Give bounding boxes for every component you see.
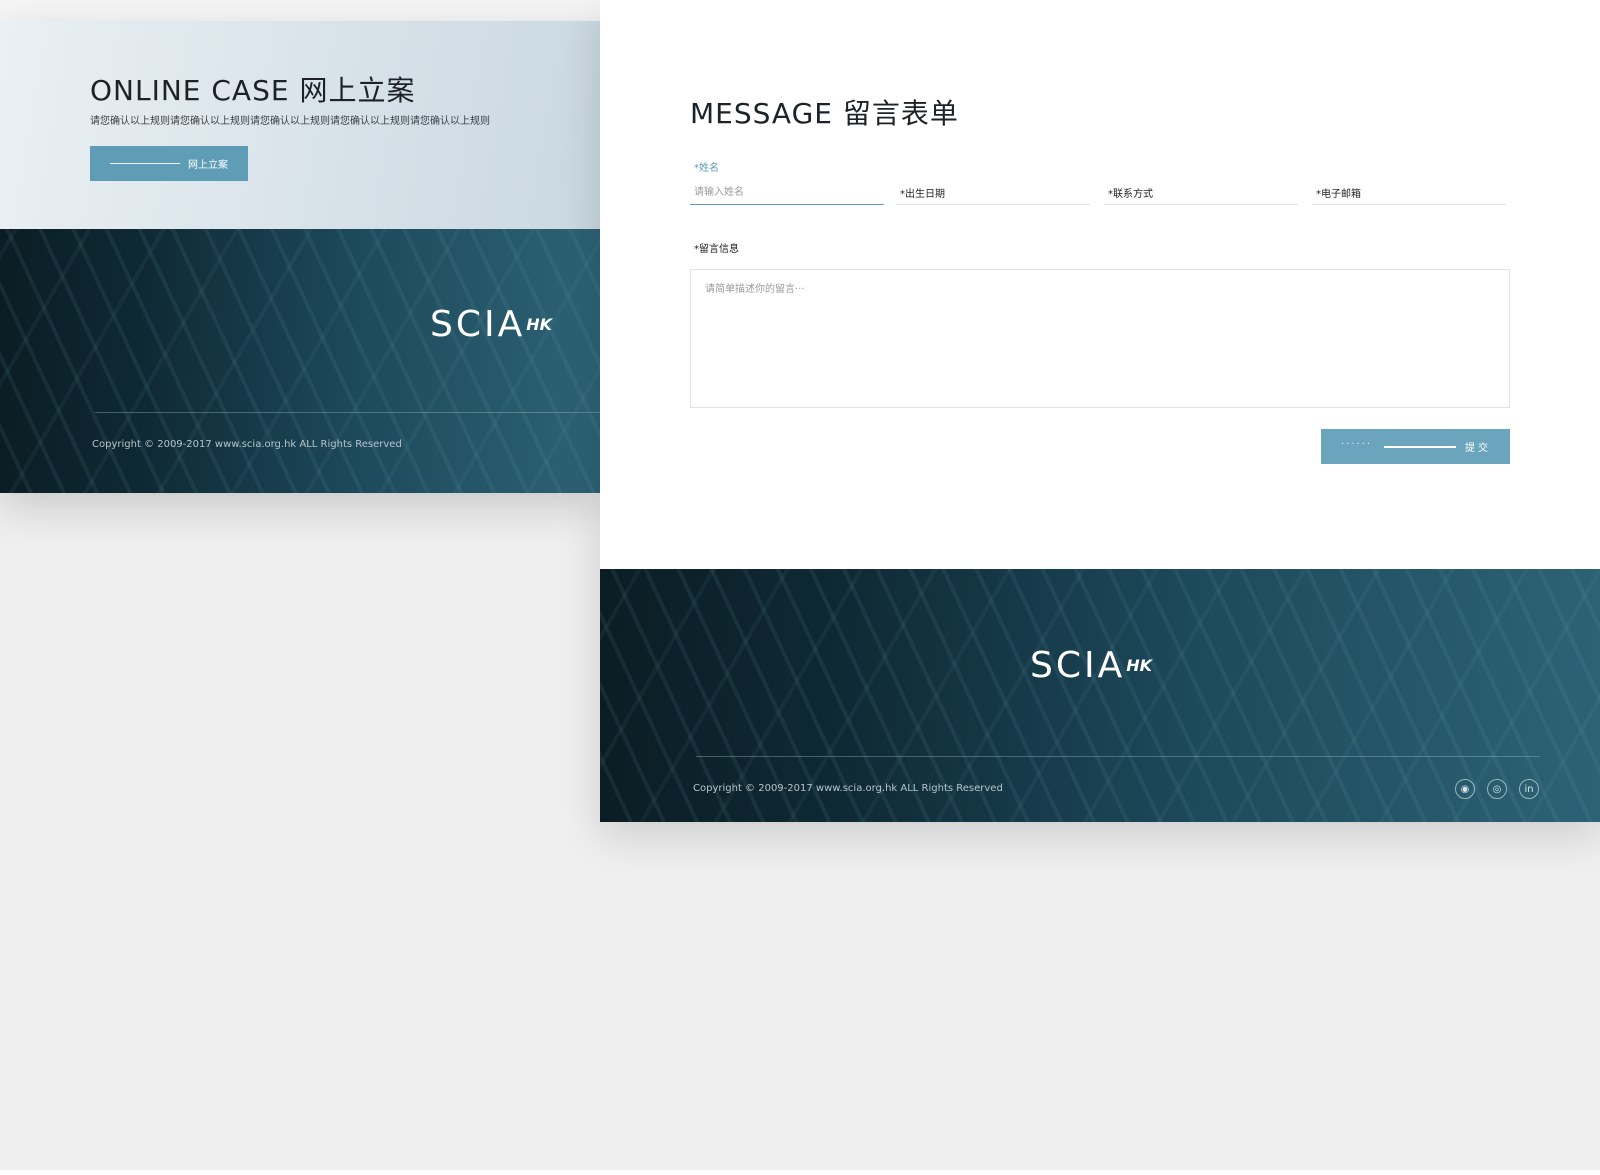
online-case-button-label: 网上立案 bbox=[188, 160, 228, 171]
right-footer: SCIAHK Copyright © 2009-2017 www.scia.or… bbox=[600, 569, 1600, 822]
contact-field: *联系方式 bbox=[1104, 157, 1298, 207]
name-field: *姓名 bbox=[690, 157, 884, 207]
button-line-decoration bbox=[1384, 446, 1456, 448]
name-input[interactable] bbox=[690, 181, 884, 205]
logo-main-text: SCIA bbox=[1030, 645, 1126, 686]
email-field: *电子邮箱 bbox=[1312, 157, 1506, 207]
scia-logo: SCIAHK bbox=[430, 307, 552, 343]
message-field-label: *留言信息 bbox=[694, 244, 739, 255]
message-form-title: MESSAGE 留言表单 bbox=[690, 97, 959, 130]
contact-input[interactable] bbox=[1104, 181, 1298, 205]
footer-divider bbox=[696, 756, 1540, 757]
bottom-strip bbox=[0, 1170, 1600, 1175]
logo-main-text: SCIA bbox=[430, 304, 526, 345]
logo-suffix-text: HK bbox=[526, 314, 553, 334]
email-input[interactable] bbox=[1312, 181, 1506, 205]
submit-button[interactable]: ······ 提交 bbox=[1321, 429, 1510, 464]
submit-button-dots: ······ bbox=[1341, 439, 1373, 450]
weibo-icon[interactable]: ◎ bbox=[1487, 779, 1507, 799]
scia-logo: SCIAHK bbox=[1030, 648, 1152, 684]
footer-divider bbox=[95, 412, 600, 413]
birthdate-field: *出生日期 bbox=[896, 157, 1090, 207]
birthdate-input[interactable] bbox=[896, 181, 1090, 205]
online-case-hero: ONLINE CASE 网上立案 请您确认以上规则请您确认以上规则请您确认以上规… bbox=[0, 21, 600, 229]
online-case-title: ONLINE CASE 网上立案 bbox=[90, 74, 416, 107]
online-case-subtitle: 请您确认以上规则请您确认以上规则请您确认以上规则请您确认以上规则请您确认以上规则 bbox=[90, 116, 490, 127]
logo-suffix-text: HK bbox=[1126, 655, 1153, 675]
message-textarea[interactable] bbox=[690, 269, 1510, 408]
online-case-card: ONLINE CASE 网上立案 请您确认以上规则请您确认以上规则请您确认以上规… bbox=[0, 21, 600, 493]
copyright-text: Copyright © 2009-2017 www.scia.org.hk AL… bbox=[92, 439, 402, 450]
message-form-panel: MESSAGE 留言表单 *姓名 *出生日期 *联系方式 *电子邮箱 *留言信息… bbox=[600, 0, 1600, 569]
online-case-button[interactable]: 网上立案 bbox=[90, 146, 248, 181]
name-field-label: *姓名 bbox=[694, 163, 719, 174]
submit-button-label: 提交 bbox=[1465, 443, 1491, 454]
copyright-text: Copyright © 2009-2017 www.scia.org.hk AL… bbox=[693, 783, 1003, 794]
wechat-icon[interactable]: ◉ bbox=[1455, 779, 1475, 799]
linkedin-icon[interactable]: in bbox=[1519, 779, 1539, 799]
top-strip bbox=[0, 0, 600, 21]
message-card: MESSAGE 留言表单 *姓名 *出生日期 *联系方式 *电子邮箱 *留言信息… bbox=[600, 0, 1600, 822]
left-footer: SCIAHK Copyright © 2009-2017 www.scia.or… bbox=[0, 229, 600, 493]
button-line-decoration bbox=[110, 163, 180, 164]
